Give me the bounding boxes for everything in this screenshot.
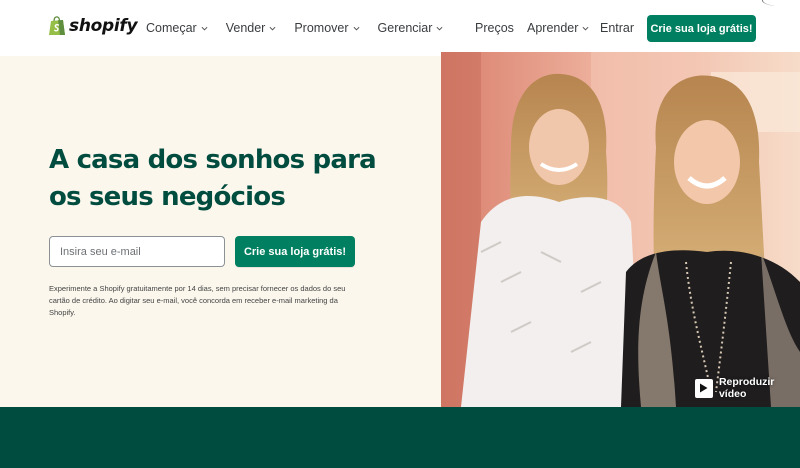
bottom-section — [0, 407, 800, 468]
site-header: shopify Começar Vender Promover Gerencia… — [0, 0, 800, 56]
nav-label: Vender — [225, 21, 266, 35]
chevron-down-icon — [582, 26, 589, 31]
decorative-arc — [762, 0, 800, 7]
hero-photo-illustration — [441, 52, 800, 407]
hero-title: A casa dos sonhos para os seus negócios — [49, 145, 377, 212]
shopify-bag-icon — [49, 16, 65, 35]
nav-aprender[interactable]: Aprender — [527, 21, 589, 35]
nav-precos[interactable]: Preços — [475, 21, 514, 35]
email-input[interactable] — [49, 236, 225, 267]
signup-button[interactable]: Crie sua loja grátis! — [235, 236, 355, 267]
nav-label: Promover — [294, 21, 349, 35]
play-icon — [695, 378, 713, 398]
header-signup-button[interactable]: Crie sua loja grátis! — [647, 15, 756, 42]
login-link[interactable]: Entrar — [600, 21, 634, 35]
play-video-label: Reproduzir vídeo — [718, 376, 775, 400]
disclaimer-text: Experimente a Shopify gratuitamente por … — [49, 284, 346, 317]
nav-vender[interactable]: Vender — [226, 21, 277, 35]
chevron-down-icon — [353, 26, 360, 31]
chevron-down-icon — [436, 26, 443, 31]
nav-label: Aprender — [527, 21, 579, 35]
hero-photo — [441, 52, 800, 407]
nav-label: Gerenciar — [377, 21, 433, 35]
nav-label: Preços — [475, 21, 514, 35]
logo-wordmark: shopify — [69, 16, 138, 36]
nav-label: Entrar — [600, 21, 635, 35]
chevron-down-icon — [269, 26, 276, 31]
nav-gerenciar[interactable]: Gerenciar — [378, 21, 444, 35]
nav-comecar[interactable]: Começar — [146, 21, 208, 35]
chevron-down-icon — [201, 26, 208, 31]
shopify-logo[interactable]: shopify — [48, 16, 138, 36]
nav-label: Começar — [146, 21, 197, 35]
main-nav: Começar Vender Promover Gerenciar — [146, 21, 461, 35]
play-video-button[interactable]: Reproduzir vídeo — [695, 376, 800, 400]
nav-promover[interactable]: Promover — [294, 21, 360, 35]
